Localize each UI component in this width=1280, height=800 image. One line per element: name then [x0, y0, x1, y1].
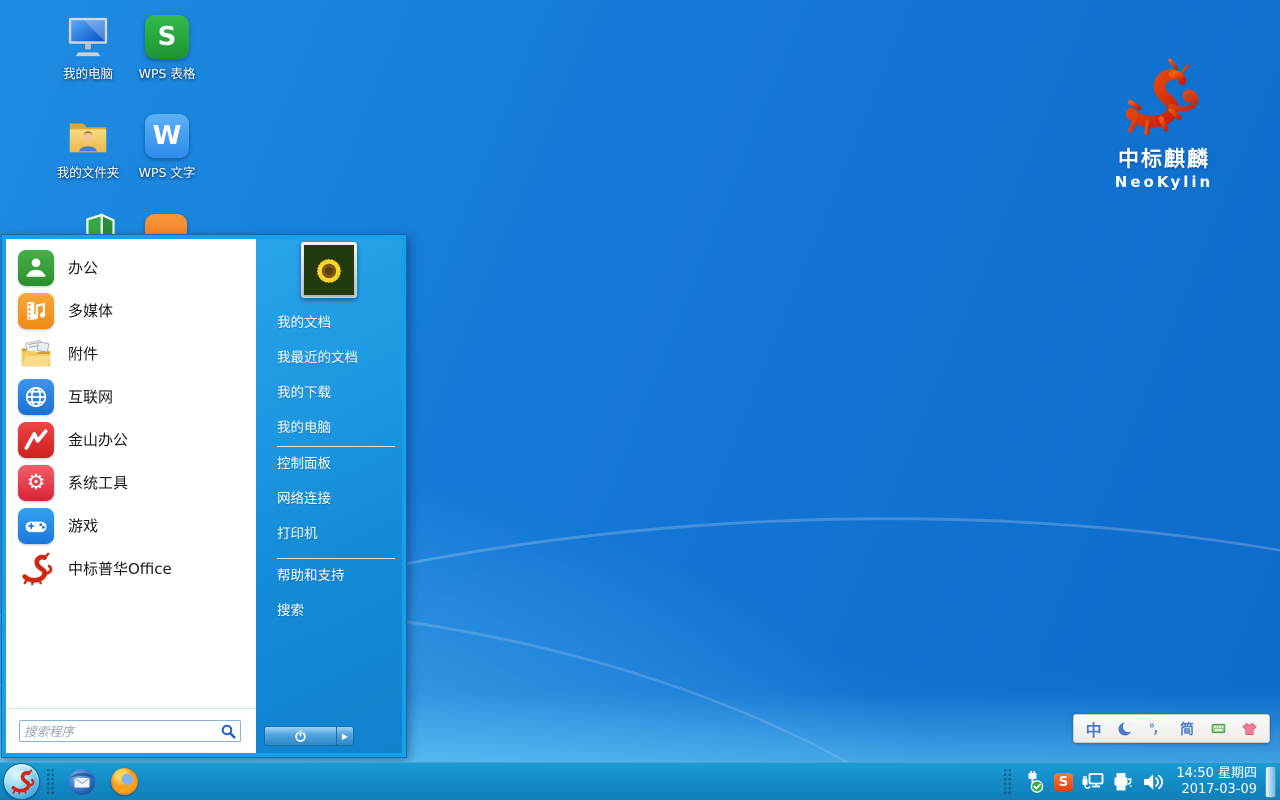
menu-item-network-connections[interactable]: 网络连接 — [256, 482, 402, 517]
my-computer-icon — [44, 13, 132, 59]
ime-punctuation-button[interactable]: °， — [1145, 718, 1167, 740]
menu-item-label: 多媒体 — [68, 300, 113, 321]
usb-device-tray-icon[interactable] — [1021, 770, 1045, 794]
user-avatar[interactable] — [301, 242, 357, 298]
logo-title: 中标麒麟 — [1106, 143, 1222, 173]
start-menu-right-panel: 我的文档 我最近的文档 我的下载 我的电脑 控制面板 网络连接 打印机 帮助和支… — [256, 239, 402, 753]
desktop-icon-my-computer[interactable]: 我的电脑 — [44, 13, 132, 82]
sogou-input-tray-icon[interactable]: S — [1051, 770, 1075, 794]
search-icon[interactable] — [221, 724, 236, 739]
menu-item-my-downloads[interactable]: 我的下载 — [256, 376, 402, 411]
menu-item-label: 金山办公 — [68, 429, 128, 450]
search-input[interactable] — [20, 722, 221, 740]
menu-item-multimedia[interactable]: 多媒体 — [6, 289, 256, 332]
volume-tray-icon[interactable] — [1141, 770, 1165, 794]
menu-item-accessories[interactable]: 附件 — [6, 332, 256, 375]
desktop-icon-wps-writer[interactable]: W WPS 文字 — [123, 112, 211, 181]
desktop-icon-label: 我的文件夹 — [44, 162, 132, 181]
removable-hardware-tray-icon[interactable] — [1111, 770, 1135, 794]
taskbar-clock[interactable]: 14:50 星期四 2017-03-09 — [1176, 766, 1257, 798]
ime-bar: 中 °， 简 — [1073, 714, 1270, 743]
menu-item-office[interactable]: 办公 — [6, 246, 256, 289]
show-desktop-button[interactable] — [1265, 766, 1276, 798]
menu-item-games[interactable]: 游戏 — [6, 504, 256, 547]
menu-item-control-panel[interactable]: 控制面板 — [256, 447, 402, 482]
menu-item-label: 办公 — [68, 257, 98, 278]
power-options-arrow-button[interactable]: ▶ — [336, 726, 354, 746]
my-folder-icon — [44, 112, 132, 158]
ime-keyboard-icon[interactable] — [1207, 718, 1229, 740]
wps-spreadsheet-icon: S — [123, 13, 211, 59]
kirin-start-icon — [9, 769, 35, 795]
menu-item-neoshine-office[interactable]: 中标普华Office — [6, 547, 256, 590]
gamepad-icon — [18, 508, 54, 544]
desktop-icon-label: 我的电脑 — [44, 63, 132, 82]
desktop-icon-my-folder[interactable]: 我的文件夹 — [44, 112, 132, 181]
ime-skin-shirt-icon[interactable] — [1238, 718, 1260, 740]
taskbar-drag-handle[interactable] — [46, 768, 55, 796]
power-button[interactable] — [264, 726, 336, 746]
system-tools-gear-icon: ⚙ — [18, 465, 54, 501]
menu-item-label: 互联网 — [68, 386, 113, 407]
tray-drag-handle[interactable] — [1003, 768, 1012, 796]
start-menu-left-panel: 办公 多媒体 附件 互 — [6, 239, 256, 753]
menu-item-label: 游戏 — [68, 515, 98, 536]
network-tray-icon[interactable] — [1081, 770, 1105, 794]
search-box — [19, 720, 241, 742]
office-icon — [18, 250, 54, 286]
menu-item-kingsoft-office[interactable]: 金山办公 — [6, 418, 256, 461]
ime-simplified-button[interactable]: 简 — [1176, 718, 1198, 740]
power-controls: ▶ — [264, 726, 354, 746]
desktop-icon-label: WPS 表格 — [123, 63, 211, 82]
start-menu: 办公 多媒体 附件 互 — [2, 235, 406, 757]
search-area — [6, 708, 256, 753]
thunderbird-mail-icon[interactable] — [67, 767, 97, 797]
menu-item-my-documents[interactable]: 我的文档 — [256, 306, 402, 341]
menu-item-help-support[interactable]: 帮助和支持 — [256, 559, 402, 594]
menu-item-recent-documents[interactable]: 我最近的文档 — [256, 341, 402, 376]
menu-item-system-tools[interactable]: ⚙ 系统工具 — [6, 461, 256, 504]
menu-item-label: 附件 — [68, 343, 98, 364]
menu-item-label: 中标普华Office — [68, 558, 172, 579]
menu-item-search[interactable]: 搜索 — [256, 594, 402, 629]
ime-fullwidth-moon-icon[interactable] — [1114, 718, 1136, 740]
places-list: 我的文档 我最近的文档 我的下载 我的电脑 控制面板 网络连接 打印机 帮助和支… — [256, 306, 402, 629]
menu-item-printers[interactable]: 打印机 — [256, 517, 402, 552]
start-button[interactable] — [3, 763, 40, 800]
clock-time: 14:50 星期四 — [1176, 766, 1257, 782]
kirin-icon — [1116, 58, 1212, 137]
ime-mode-button[interactable]: 中 — [1083, 718, 1105, 740]
sunflower-avatar-image — [304, 245, 354, 295]
system-tray: S 14:50 星期四 2017-03-09 — [997, 763, 1280, 800]
desktop-icon-label: WPS 文字 — [123, 162, 211, 181]
kingsoft-office-icon — [18, 422, 54, 458]
accessories-icon — [18, 336, 54, 372]
logo-subtitle: NeoKylin — [1106, 173, 1222, 191]
menu-item-my-computer[interactable]: 我的电脑 — [256, 411, 402, 446]
clock-date: 2017-03-09 — [1176, 782, 1257, 798]
menu-item-label: 系统工具 — [68, 472, 128, 493]
power-icon — [294, 730, 307, 743]
menu-item-internet[interactable]: 互联网 — [6, 375, 256, 418]
kirin-small-icon — [18, 551, 54, 587]
wps-writer-icon: W — [123, 112, 211, 158]
desktop-icon-wps-spreadsheet[interactable]: S WPS 表格 — [123, 13, 211, 82]
internet-globe-icon — [18, 379, 54, 415]
multimedia-icon — [18, 293, 54, 329]
neokylin-logo: 中标麒麟 NeoKylin — [1106, 58, 1222, 191]
firefox-browser-icon[interactable] — [109, 767, 139, 797]
taskbar: S 14:50 星期四 2017-03-09 — [0, 762, 1280, 800]
desktop-background: 我的电脑 S WPS 表格 我的文件夹 W WPS 文字 — [0, 0, 1280, 800]
